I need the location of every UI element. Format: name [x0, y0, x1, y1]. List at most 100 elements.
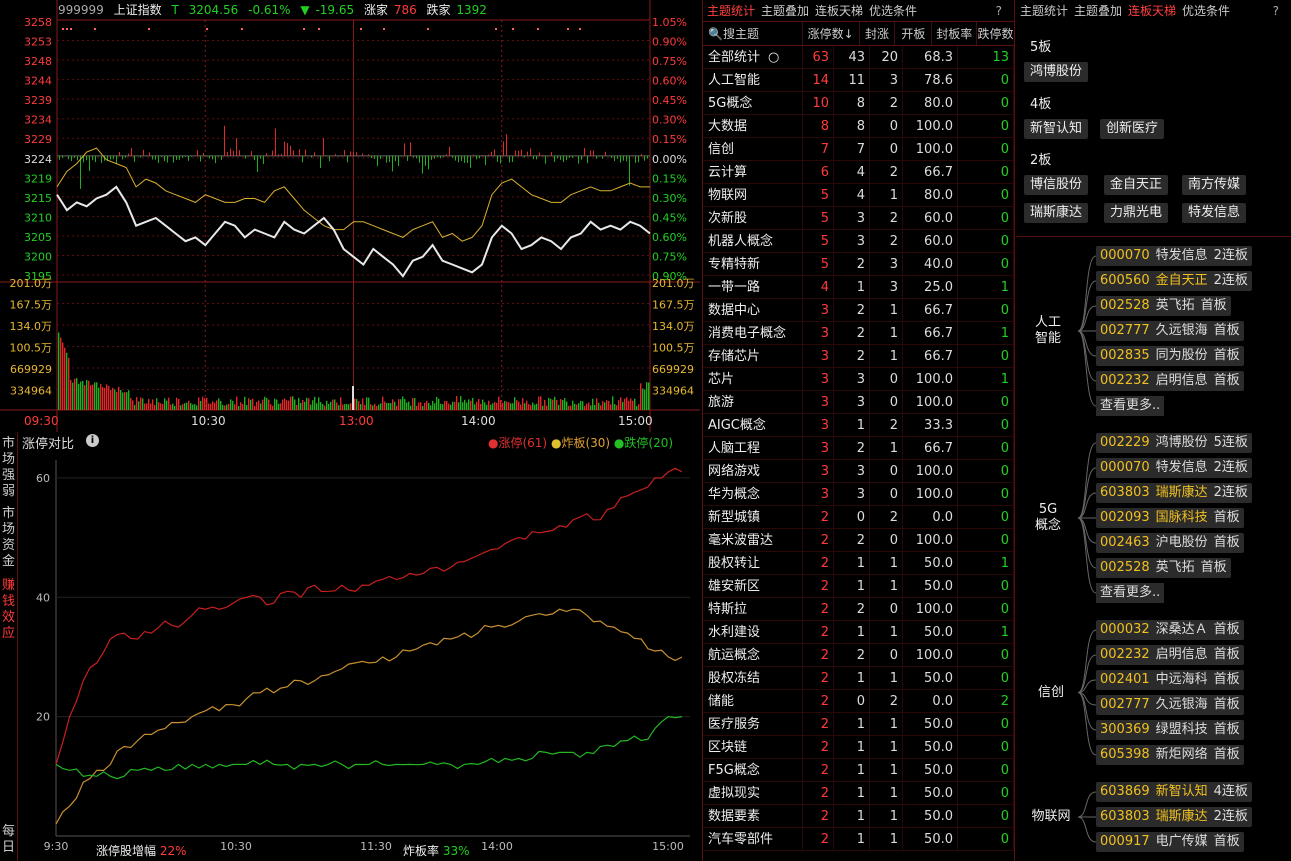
- theme-row[interactable]: 信创 7 7 0 100.0 0: [703, 138, 1014, 161]
- ladder-stock-chip[interactable]: 新智认知: [1024, 119, 1089, 139]
- tab-preferred[interactable]: 优选条件: [869, 4, 917, 18]
- tab-ladder[interactable]: 连板天梯: [815, 4, 863, 18]
- theme-stock-item[interactable]: 002401 中远海科 首板: [1096, 670, 1244, 690]
- theme-row[interactable]: 机器人概念 5 3 2 60.0 0: [703, 230, 1014, 253]
- theme-stock-item[interactable]: 000070 特发信息 2连板: [1096, 458, 1252, 478]
- event-marker: [427, 28, 429, 30]
- tab-theme-overlay[interactable]: 主题叠加: [761, 4, 809, 18]
- theme-stock-item[interactable]: 300369 绿盟科技 首板: [1096, 720, 1244, 740]
- theme-stock-item[interactable]: 002232 启明信息 首板: [1096, 371, 1244, 391]
- ladder-stock-chip[interactable]: 创新医疗: [1100, 119, 1165, 139]
- theme-stock-item[interactable]: 002528 英飞拓 首板: [1096, 296, 1231, 316]
- theme-row[interactable]: 存储芯片 3 2 1 66.7 0: [703, 345, 1014, 368]
- side-tab-profit-effect[interactable]: 赚钱效应: [0, 578, 17, 642]
- theme-stock-item[interactable]: 002528 英飞拓 首板: [1096, 558, 1231, 578]
- theme-stock-item[interactable]: 002232 启明信息 首板: [1096, 645, 1244, 665]
- theme-row[interactable]: 云计算 6 4 2 66.7 0: [703, 161, 1014, 184]
- theme-row[interactable]: 专精特新 5 2 3 40.0 0: [703, 253, 1014, 276]
- theme-row[interactable]: 物联网 5 4 1 80.0 0: [703, 184, 1014, 207]
- theme-stock-item[interactable]: 000032 深桑达Ａ 首板: [1096, 620, 1244, 640]
- theme-row[interactable]: 股权冻结 2 1 1 50.0 0: [703, 667, 1014, 690]
- theme-row[interactable]: 特斯拉 2 2 0 100.0 0: [703, 598, 1014, 621]
- theme-row[interactable]: 人脑工程 3 2 1 66.7 0: [703, 437, 1014, 460]
- view-more-button[interactable]: 查看更多..: [1096, 583, 1165, 603]
- ladder-stock-chip[interactable]: 金自天正: [1104, 175, 1169, 195]
- volume-bar: [254, 405, 256, 410]
- theme-stock-item[interactable]: 605398 新炬网络 首板: [1096, 745, 1244, 765]
- theme-row[interactable]: 汽车零部件 2 1 1 50.0 0: [703, 828, 1014, 851]
- volume-bar: [580, 400, 582, 410]
- theme-row[interactable]: 水利建设 2 1 1 50.0 1: [703, 621, 1014, 644]
- tab-preferred-2[interactable]: 优选条件: [1182, 4, 1230, 18]
- theme-row[interactable]: 芯片 3 3 0 100.0 1: [703, 368, 1014, 391]
- theme-stock-item[interactable]: 002229 鸿博股份 5连板: [1096, 433, 1252, 453]
- info-icon[interactable]: i: [86, 434, 99, 447]
- ladder-stock-chip[interactable]: 鸿博股份: [1024, 62, 1089, 82]
- theme-row[interactable]: 旅游 3 3 0 100.0 0: [703, 391, 1014, 414]
- help-icon-2[interactable]: ?: [1273, 0, 1279, 22]
- theme-row-all[interactable]: 全部统计 ○ 63 43 20 68.3 13: [703, 46, 1014, 69]
- tree-branch: [1077, 305, 1097, 332]
- theme-stock-item[interactable]: 000917 电广传媒 首板: [1096, 832, 1244, 852]
- theme-row[interactable]: AIGC概念 3 1 2 33.3 0: [703, 414, 1014, 437]
- col-limit-down-count[interactable]: 跌停数: [977, 22, 1014, 45]
- tab-theme-stats[interactable]: 主题统计: [707, 4, 755, 18]
- theme-row[interactable]: F5G概念 2 1 1 50.0 0: [703, 759, 1014, 782]
- theme-stock-item[interactable]: 600560 金自天正 2连板: [1096, 271, 1252, 291]
- theme-stock-item[interactable]: 002835 同为股份 首板: [1096, 346, 1244, 366]
- intraday-svg[interactable]: 3258 1.05% 3253 0.90% 3248 0.75% 3244 0.60% 3239…: [0, 0, 700, 432]
- theme-row[interactable]: 消费电子概念 3 2 1 66.7 1: [703, 322, 1014, 345]
- limit-up-count: 2: [803, 805, 834, 827]
- theme-stock-item[interactable]: 002777 久远银海 首板: [1096, 321, 1244, 341]
- col-opened[interactable]: 开板: [895, 22, 933, 45]
- side-tab-daily[interactable]: 每日: [0, 824, 17, 856]
- theme-row[interactable]: 网络游戏 3 3 0 100.0 0: [703, 460, 1014, 483]
- theme-stock-item[interactable]: 603869 新智认知 4连板: [1096, 782, 1252, 802]
- ladder-stock-chip[interactable]: 力鼎光电: [1104, 203, 1169, 223]
- volume-bar: [62, 342, 64, 410]
- theme-row[interactable]: 股权转让 2 1 1 50.0 1: [703, 552, 1014, 575]
- tab-theme-stats-2[interactable]: 主题统计: [1020, 4, 1068, 18]
- ladder-stock-chip[interactable]: 特发信息: [1182, 203, 1247, 223]
- theme-row[interactable]: 医疗服务 2 1 1 50.0 0: [703, 713, 1014, 736]
- seal-rate: 60.0: [903, 207, 958, 229]
- theme-row[interactable]: 数据要素 2 1 1 50.0 0: [703, 805, 1014, 828]
- theme-row[interactable]: 雄安新区 2 1 1 50.0 0: [703, 575, 1014, 598]
- theme-stock-item[interactable]: 603803 瑞斯康达 2连板: [1096, 483, 1252, 503]
- theme-row[interactable]: 一带一路 4 1 3 25.0 1: [703, 276, 1014, 299]
- col-seal-rate[interactable]: 封板率: [932, 22, 978, 45]
- theme-row[interactable]: 毫米波雷达 2 2 0 100.0 0: [703, 529, 1014, 552]
- theme-row[interactable]: 华为概念 3 3 0 100.0 0: [703, 483, 1014, 506]
- theme-row[interactable]: 5G概念 10 8 2 80.0 0: [703, 92, 1014, 115]
- theme-row[interactable]: 次新股 5 3 2 60.0 0: [703, 207, 1014, 230]
- breadth-bar-down: [167, 155, 168, 163]
- theme-row[interactable]: 新型城镇 2 0 2 0.0 0: [703, 506, 1014, 529]
- theme-row[interactable]: 航运概念 2 2 0 100.0 0: [703, 644, 1014, 667]
- tab-theme-overlay-2[interactable]: 主题叠加: [1074, 4, 1122, 18]
- view-more-button[interactable]: 查看更多..: [1096, 396, 1165, 416]
- help-icon[interactable]: ?: [996, 0, 1002, 22]
- col-limit-up-count[interactable]: 涨停数↓: [803, 22, 860, 45]
- theme-row[interactable]: 数据中心 3 2 1 66.7 0: [703, 299, 1014, 322]
- theme-stock-item[interactable]: 000070 特发信息 2连板: [1096, 246, 1252, 266]
- search-theme-button[interactable]: 🔍搜主题: [703, 22, 803, 45]
- ladder-stock-chip[interactable]: 南方传媒: [1182, 175, 1247, 195]
- theme-row[interactable]: 大数据 8 8 0 100.0 0: [703, 115, 1014, 138]
- volume-bar: [170, 404, 172, 410]
- theme-row[interactable]: 区块链 2 1 1 50.0 0: [703, 736, 1014, 759]
- theme-stock-item[interactable]: 002777 久远银海 首板: [1096, 695, 1244, 715]
- ladder-stock-chip[interactable]: 博信股份: [1024, 175, 1089, 195]
- theme-stock-item[interactable]: 002463 沪电股份 首板: [1096, 533, 1244, 553]
- ladder-stock-chip[interactable]: 瑞斯康达: [1024, 203, 1089, 223]
- theme-row[interactable]: 储能 2 0 2 0.0 2: [703, 690, 1014, 713]
- side-tab-market-funds[interactable]: 市场资金: [0, 506, 17, 570]
- tab-ladder-2[interactable]: 连板天梯: [1128, 4, 1176, 18]
- theme-stock-item[interactable]: 002093 国脉科技 首板: [1096, 508, 1244, 528]
- theme-stock-item[interactable]: 603803 瑞斯康达 2连板: [1096, 807, 1252, 827]
- theme-row[interactable]: 人工智能 14 11 3 78.6 0: [703, 69, 1014, 92]
- refresh-circle-icon[interactable]: ○: [768, 50, 779, 65]
- board-count: 首板: [1213, 647, 1240, 662]
- col-sealed[interactable]: 封涨: [860, 22, 896, 45]
- side-tab-market-strength[interactable]: 市场强弱: [0, 436, 17, 500]
- theme-row[interactable]: 虚拟现实 2 1 1 50.0 0: [703, 782, 1014, 805]
